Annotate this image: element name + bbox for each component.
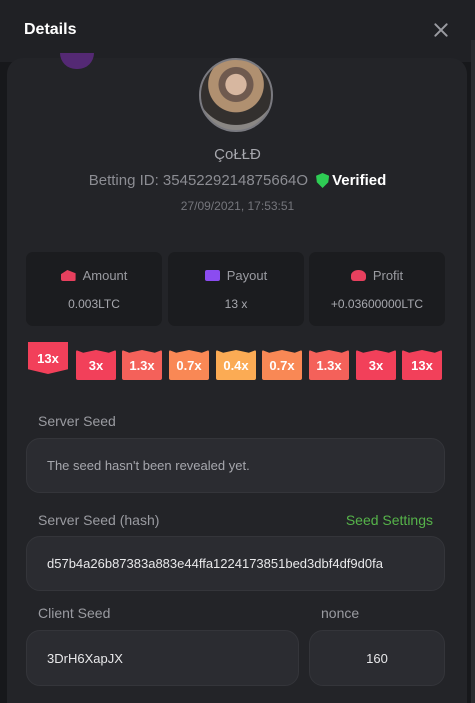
server-seed-hash-label: Server Seed (hash)	[38, 512, 160, 528]
server-seed-label: Server Seed	[38, 413, 116, 429]
stat-value-payout: 13 x	[224, 297, 248, 311]
nonce-label: nonce	[321, 605, 360, 621]
client-seed-field[interactable]: 3DrH6XapJX	[26, 630, 299, 686]
profit-icon	[350, 270, 366, 281]
header-title: Details	[24, 21, 77, 38]
betting-id: Betting ID: 3545229214875664O	[88, 172, 309, 189]
verified-badge: Verified	[316, 172, 386, 189]
multiplier-slot: 0.4x	[216, 350, 256, 380]
wallet-icon	[204, 270, 220, 281]
bet-timestamp: 27/09/2021, 17:53:51	[180, 199, 295, 213]
stat-label-payout: Payout	[226, 268, 268, 283]
stat-label-amount: Amount	[82, 268, 128, 283]
stat-card-payout: Payout 13 x	[168, 252, 304, 326]
multiplier-slot: 0.7x	[169, 350, 209, 380]
server-seed-hash-field[interactable]: d57b4a26b87383a883e44ffa1224173851bed3db…	[26, 536, 445, 591]
stat-card-amount: Amount 0.003LTC	[26, 252, 162, 326]
multiplier-slot: 1.3x	[122, 350, 162, 380]
stat-label-profit: Profit	[372, 268, 404, 283]
multiplier-slot: 3x	[356, 350, 396, 380]
seed-settings-link[interactable]: Seed Settings	[346, 512, 433, 528]
multiplier-slot: 13x	[402, 350, 442, 380]
avatar	[199, 58, 273, 132]
nonce-field[interactable]: 160	[309, 630, 445, 686]
multiplier-active: 13x	[28, 342, 68, 374]
server-seed-field[interactable]: The seed hasn't been revealed yet.	[26, 438, 445, 493]
verified-label: Verified	[332, 172, 387, 189]
multiplier-slot: 3x	[76, 350, 116, 380]
multiplier-slot: 0.7x	[262, 350, 302, 380]
multiplier-slot: 1.3x	[309, 350, 349, 380]
client-seed-label: Client Seed	[38, 605, 111, 621]
amount-icon	[60, 270, 76, 281]
username: ÇoŁŁĐ	[214, 146, 261, 163]
stat-card-profit: Profit +0.03600000LTC	[309, 252, 445, 326]
multiplier-row: 13x 3x 1.3x 0.7x 0.4x 0.7x 1.3x 3x 13x	[0, 342, 475, 384]
verified-shield-icon	[316, 173, 330, 188]
close-icon[interactable]	[433, 22, 449, 38]
stat-value-amount: 0.003LTC	[68, 297, 120, 311]
stat-value-profit: +0.03600000LTC	[330, 297, 424, 311]
betting-id-row: Betting ID: 3545229214875664O Verified	[0, 172, 475, 189]
